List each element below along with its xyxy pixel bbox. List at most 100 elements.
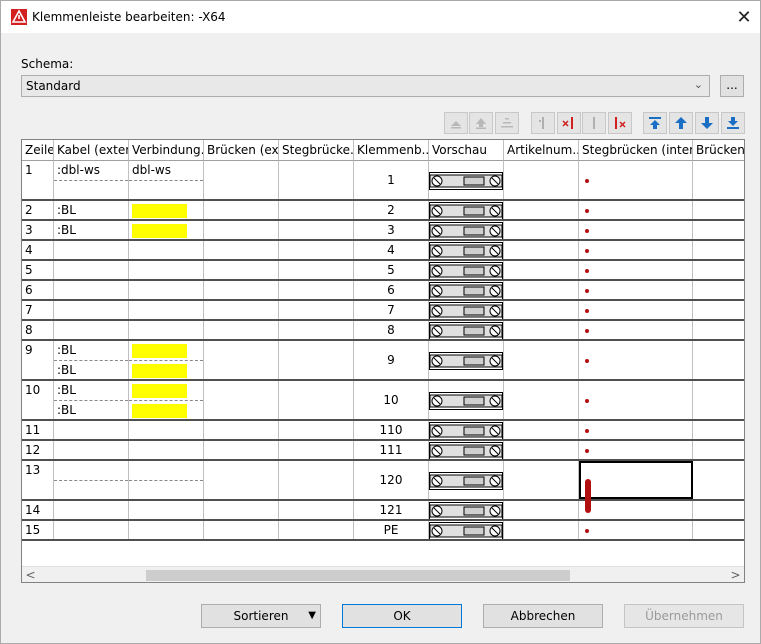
- connection-entry[interactable]: [129, 261, 203, 279]
- table-cell[interactable]: [579, 501, 693, 519]
- connection-entry[interactable]: [129, 221, 203, 239]
- table-cell[interactable]: [54, 521, 129, 539]
- table-cell[interactable]: [693, 281, 744, 299]
- schema-dropdown[interactable]: Standard ⌄: [21, 75, 710, 97]
- table-cell[interactable]: [579, 221, 693, 239]
- table-cell[interactable]: PE: [354, 521, 429, 539]
- arrow-bottom-icon[interactable]: [721, 112, 745, 134]
- bridge-point[interactable]: [585, 429, 589, 433]
- table-cell[interactable]: [429, 221, 504, 239]
- connection-entry[interactable]: [129, 481, 203, 499]
- column-header[interactable]: Verbindung...: [129, 140, 204, 161]
- move-bottom-disabled-icon[interactable]: [495, 112, 519, 134]
- cable-entry[interactable]: :BL: [54, 201, 128, 219]
- connection-entry[interactable]: [129, 321, 203, 339]
- bridge-add-2-icon[interactable]: [582, 112, 606, 134]
- terminal-number[interactable]: 10: [354, 393, 428, 407]
- table-cell[interactable]: [579, 421, 693, 439]
- cable-entry[interactable]: [54, 461, 128, 481]
- table-row[interactable]: 88: [22, 321, 744, 341]
- table-cell[interactable]: 13: [22, 461, 54, 499]
- terminal-number[interactable]: 8: [354, 323, 428, 337]
- bridge-point[interactable]: [585, 359, 589, 363]
- table-row[interactable]: 14 121: [22, 501, 744, 521]
- bridge-point[interactable]: [585, 309, 589, 313]
- cable-entry[interactable]: :BL: [54, 341, 128, 361]
- table-cell[interactable]: [429, 421, 504, 439]
- table-cell[interactable]: [693, 301, 744, 319]
- connection-entry[interactable]: [129, 301, 203, 319]
- table-row[interactable]: 2:BL 2: [22, 201, 744, 221]
- table-cell[interactable]: [129, 281, 204, 299]
- table-cell[interactable]: 12: [22, 441, 54, 459]
- table-cell[interactable]: [204, 201, 279, 219]
- column-header[interactable]: Vorschau: [429, 140, 504, 161]
- table-cell[interactable]: 9: [354, 341, 429, 379]
- table-cell[interactable]: [204, 381, 279, 419]
- connection-entry[interactable]: [129, 181, 203, 199]
- table-cell[interactable]: [129, 501, 204, 519]
- table-cell[interactable]: [693, 321, 744, 339]
- bridge-point[interactable]: [585, 289, 589, 293]
- table-cell[interactable]: [504, 221, 579, 239]
- table-cell[interactable]: [504, 521, 579, 539]
- table-cell[interactable]: [579, 301, 693, 319]
- column-header[interactable]: Brücken (ex...: [204, 140, 279, 161]
- table-row[interactable]: 77: [22, 301, 744, 321]
- connection-entry[interactable]: [129, 381, 203, 401]
- table-cell[interactable]: [279, 161, 354, 199]
- table-cell[interactable]: [129, 241, 204, 259]
- table-cell[interactable]: [279, 521, 354, 539]
- connection-entry[interactable]: [129, 501, 203, 519]
- cable-entry[interactable]: [54, 501, 128, 519]
- cable-entry[interactable]: [54, 241, 128, 259]
- column-header[interactable]: Stegbrücken (intern): [579, 140, 693, 161]
- table-cell[interactable]: [504, 161, 579, 199]
- ok-button[interactable]: OK: [342, 604, 462, 628]
- table-cell[interactable]: [579, 521, 693, 539]
- cable-entry[interactable]: :BL: [54, 381, 128, 401]
- table-cell[interactable]: [693, 421, 744, 439]
- table-cell[interactable]: [129, 301, 204, 319]
- arrow-up-icon[interactable]: [669, 112, 693, 134]
- table-cell[interactable]: 9: [22, 341, 54, 379]
- table-cell[interactable]: 8: [22, 321, 54, 339]
- cable-entry[interactable]: [54, 281, 128, 299]
- scrollbar-thumb[interactable]: [146, 570, 570, 581]
- table-cell[interactable]: [204, 521, 279, 539]
- bridge-point[interactable]: [585, 269, 589, 273]
- table-cell[interactable]: :BL: [54, 221, 129, 239]
- cable-entry[interactable]: :BL: [54, 221, 128, 239]
- cable-entry[interactable]: [54, 421, 128, 439]
- table-cell[interactable]: 5: [22, 261, 54, 279]
- table-row[interactable]: 10:BL:BL 10: [22, 381, 744, 421]
- table-cell[interactable]: [204, 441, 279, 459]
- table-cell[interactable]: :BL:BL: [54, 381, 129, 419]
- table-cell[interactable]: [579, 261, 693, 279]
- table-cell[interactable]: [693, 221, 744, 239]
- table-cell[interactable]: [129, 201, 204, 219]
- table-cell[interactable]: [129, 421, 204, 439]
- table-cell[interactable]: 11: [22, 421, 54, 439]
- table-cell[interactable]: [129, 381, 204, 419]
- table-cell[interactable]: 10: [22, 381, 54, 419]
- bridge-remove-2-icon[interactable]: [608, 112, 632, 134]
- table-cell[interactable]: [54, 421, 129, 439]
- table-cell[interactable]: [429, 521, 504, 539]
- table-row[interactable]: 66: [22, 281, 744, 301]
- cable-entry[interactable]: [54, 481, 128, 499]
- table-cell[interactable]: 4: [354, 241, 429, 259]
- bridge-link[interactable]: [585, 479, 591, 513]
- terminal-number[interactable]: 2: [354, 203, 428, 217]
- table-cell[interactable]: [693, 501, 744, 519]
- table-cell[interactable]: [204, 281, 279, 299]
- arrow-top-icon[interactable]: [643, 112, 667, 134]
- cable-entry[interactable]: [54, 321, 128, 339]
- close-button[interactable]: ✕: [728, 1, 760, 33]
- terminal-number[interactable]: 120: [354, 473, 428, 487]
- table-cell[interactable]: [429, 341, 504, 379]
- table-cell[interactable]: 1: [22, 161, 54, 199]
- table-cell[interactable]: [504, 501, 579, 519]
- table-cell[interactable]: [279, 261, 354, 279]
- move-top-disabled-icon[interactable]: [444, 112, 468, 134]
